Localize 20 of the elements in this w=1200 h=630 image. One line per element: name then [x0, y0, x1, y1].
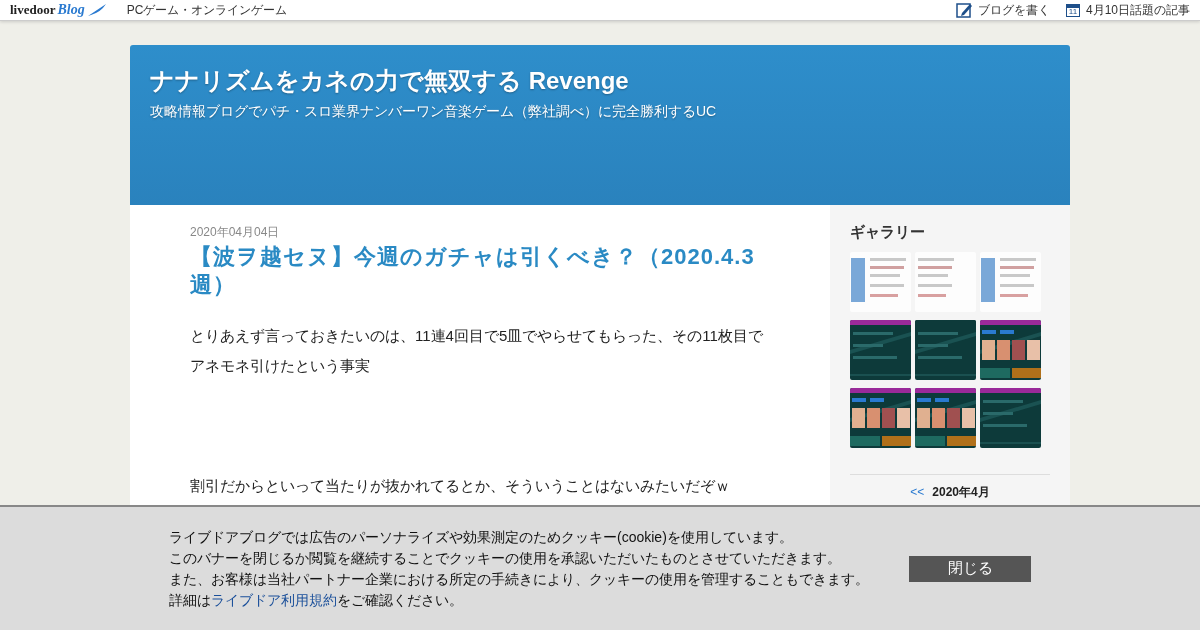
cookie-notice: ライブドアブログでは広告のパーソナライズや効果測定のためクッキー(cookie)を使用しています。 このバナーを閉じるか閲覧を継続することでクッキーの使用を承認いただいたものとさせていただきます。 また、お客様は当社パートナー企業における所定の手続きにより、クッキーの使用を管理することもできます。 詳細はライブドア利用規約をご確認ください。 [169, 527, 869, 610]
gallery-heading: ギャラリー [850, 223, 926, 242]
calendar-icon: 11 [1065, 3, 1080, 17]
brand-logo[interactable]: livedoor [10, 2, 56, 18]
blog-subtitle: 攻略情報ブログでパチ・スロ業界ナンバーワン音楽ゲーム（弊社調べ）に完全勝利するUC [150, 103, 718, 121]
blog-title[interactable]: ナナリズムをカネの力で無双する Revenge [150, 65, 1050, 97]
category-link[interactable]: PCゲーム・オンラインゲーム [126, 1, 288, 19]
feather-icon [86, 4, 107, 16]
topic-articles-link[interactable]: 4月10日話題の記事 [1085, 1, 1190, 19]
post-paragraph: 割引だからといって当たりが抜かれてるとか、そういうことはないみたいだぞｗ [190, 476, 731, 496]
previous-month-link[interactable]: << [910, 485, 925, 499]
post-paragraph: とりあえず言っておきたいのは、11連4回目で5皿でやらせてもらった、その11枚目でアネモネ引けたという事実 [190, 326, 764, 376]
blog-logo[interactable]: Blog [57, 2, 85, 18]
post-title[interactable]: 【波ヲ越セヌ】今週のガチャは引くべき？（2020.4.3週） [190, 243, 770, 299]
close-button[interactable]: 閉じる [909, 555, 1031, 582]
pencil-icon [955, 2, 972, 18]
calendar-month: 2020年4月 [932, 485, 990, 499]
post-date: 2020年04月04日 [190, 224, 281, 241]
write-blog-link[interactable]: ブログを書く [977, 1, 1050, 19]
terms-link[interactable]: ライブドア利用規約 [211, 591, 337, 608]
